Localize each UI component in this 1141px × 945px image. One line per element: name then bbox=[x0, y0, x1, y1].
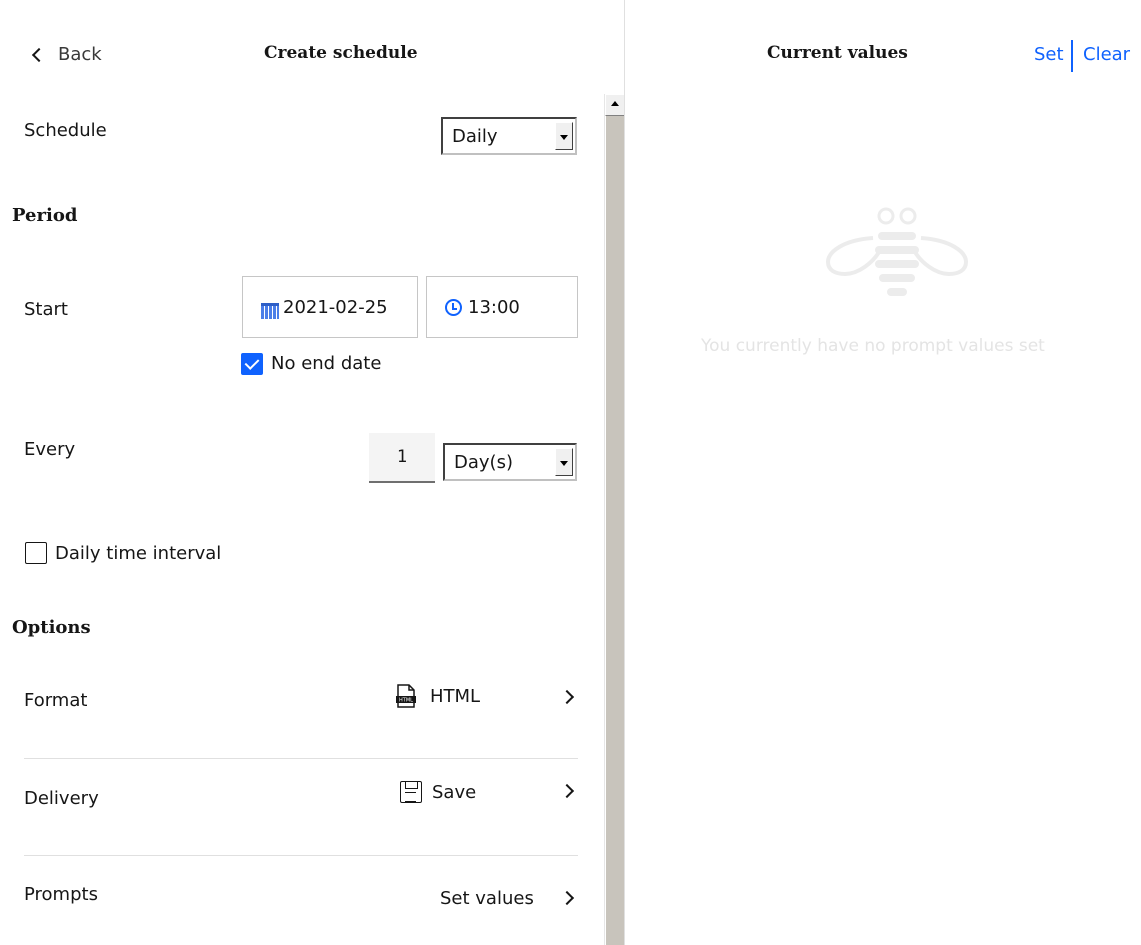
start-label: Start bbox=[24, 299, 68, 320]
daily-time-interval-label: Daily time interval bbox=[55, 543, 222, 564]
delivery-value: Save bbox=[400, 781, 476, 803]
period-heading: Period bbox=[12, 205, 78, 226]
current-values-panel: Current values Set Clear You currently h… bbox=[624, 0, 1141, 945]
every-unit-value: Day(s) bbox=[454, 452, 513, 473]
chevron-right-icon bbox=[559, 783, 575, 799]
page-title: Create schedule bbox=[264, 43, 418, 63]
every-label: Every bbox=[24, 439, 76, 460]
daily-time-interval-checkbox[interactable] bbox=[25, 542, 47, 564]
link-separator bbox=[1071, 40, 1073, 72]
start-date-input[interactable]: 2021-02-25 bbox=[242, 276, 418, 338]
chevron-left-icon bbox=[31, 47, 47, 62]
start-time-value: 13:00 bbox=[468, 296, 520, 318]
save-icon bbox=[400, 781, 422, 803]
clock-icon bbox=[445, 298, 462, 316]
back-button[interactable]: Back bbox=[30, 44, 102, 65]
current-values-title: Current values bbox=[767, 43, 908, 63]
delivery-value-label: Save bbox=[432, 781, 477, 803]
format-value-label: HTML bbox=[430, 685, 481, 707]
empty-state-message: You currently have no prompt values set bbox=[701, 336, 1045, 356]
start-date-value: 2021-02-25 bbox=[283, 296, 388, 318]
no-end-date-checkbox[interactable] bbox=[241, 353, 263, 375]
format-row[interactable]: Format HTML HTML bbox=[24, 660, 578, 758]
delivery-label: Delivery bbox=[24, 788, 99, 809]
prompts-value: Set values bbox=[440, 888, 534, 909]
options-heading: Options bbox=[12, 617, 91, 638]
calendar-icon bbox=[261, 303, 279, 319]
every-unit-select[interactable]: Day(s) bbox=[443, 443, 577, 481]
every-number-input[interactable]: 1 bbox=[369, 433, 435, 483]
dropdown-arrow-icon[interactable] bbox=[555, 122, 573, 150]
scroll-up-arrow-icon[interactable] bbox=[605, 94, 625, 116]
start-time-input[interactable]: 13:00 bbox=[426, 276, 578, 338]
format-label: Format bbox=[24, 690, 88, 711]
prompts-row[interactable]: Prompts Set values bbox=[24, 856, 578, 945]
schedule-select-value: Daily bbox=[452, 126, 498, 147]
html-file-icon: HTML bbox=[396, 684, 416, 708]
chevron-right-icon bbox=[559, 689, 575, 705]
svg-text:HTML: HTML bbox=[399, 698, 413, 704]
schedule-select[interactable]: Daily bbox=[441, 117, 577, 155]
vertical-scrollbar[interactable] bbox=[604, 94, 625, 945]
dropdown-arrow-icon[interactable] bbox=[555, 448, 573, 476]
prompts-label: Prompts bbox=[24, 884, 98, 905]
clear-link[interactable]: Clear bbox=[1083, 44, 1130, 65]
chevron-right-icon bbox=[559, 890, 575, 906]
scroll-thumb[interactable] bbox=[605, 116, 624, 945]
set-link[interactable]: Set bbox=[1034, 44, 1064, 65]
format-value: HTML HTML bbox=[396, 684, 480, 708]
back-label: Back bbox=[58, 44, 102, 65]
schedule-label: Schedule bbox=[24, 120, 107, 141]
create-schedule-panel: Back Create schedule Schedule Daily Peri… bbox=[0, 0, 625, 945]
prompts-value-label: Set values bbox=[440, 888, 534, 909]
no-end-date-label: No end date bbox=[271, 353, 382, 374]
delivery-row[interactable]: Delivery Save bbox=[24, 759, 578, 855]
bee-icon bbox=[825, 207, 969, 296]
